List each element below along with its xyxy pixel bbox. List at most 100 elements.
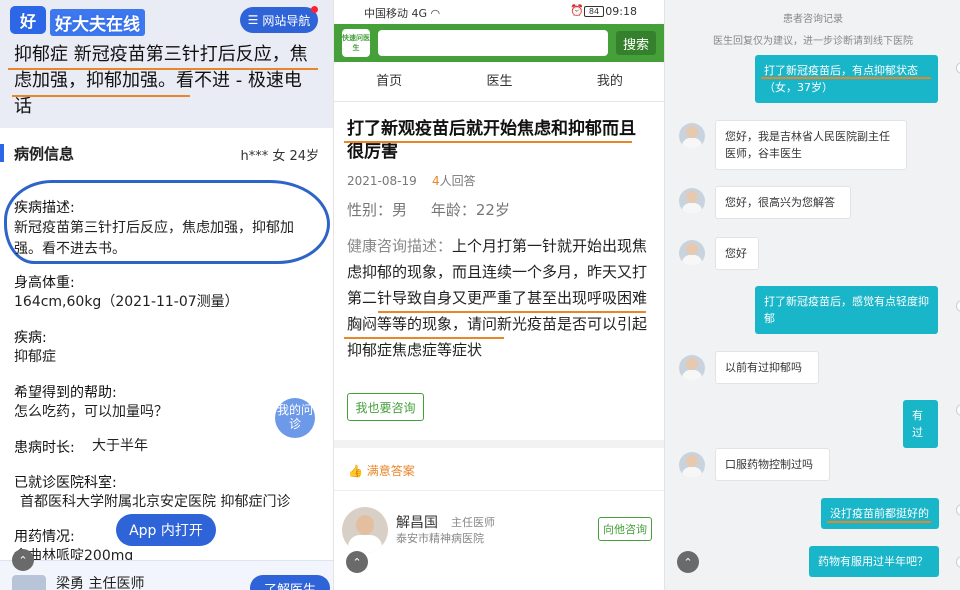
patient-info: h*** 女 24岁 xyxy=(240,149,319,164)
patient-gender: 性别：男 xyxy=(347,201,408,219)
chat-message-doctor: 您好 xyxy=(715,237,759,270)
hospital-label: 已就诊医院科室: xyxy=(14,475,117,491)
patient-meta: 性别：男 年龄：22岁 xyxy=(347,199,510,220)
highlight-underline xyxy=(8,68,318,70)
carrier: 中国移动 4G ◠ xyxy=(364,7,441,20)
desc-text: 上个月打第一针就开始出现焦虑抑郁的现象，而且连续一个多月，昨天又打第二针导致自身… xyxy=(347,237,648,359)
tab-mine[interactable]: 我的 xyxy=(555,62,664,101)
doctor-hospital: 泰安市精神病医院 xyxy=(396,532,484,545)
wifi-icon: ◠ xyxy=(430,7,441,20)
site-nav-button[interactable]: ☰ 网站导航 xyxy=(240,7,318,33)
notification-dot xyxy=(311,6,318,13)
disease-label: 疾病: xyxy=(14,330,47,346)
desc-label: 疾病描述: xyxy=(14,200,75,216)
thumb-icon: 👍 xyxy=(348,464,363,478)
height-label: 身高体重: xyxy=(14,275,75,291)
scroll-top-icon[interactable]: ⌃ xyxy=(12,549,34,571)
answer-count: 4 xyxy=(432,174,440,188)
doctor-avatar xyxy=(679,452,705,478)
chat-header: 患者咨询记录 xyxy=(783,14,843,25)
nav-tabs: 首页 医生 我的 xyxy=(334,62,664,102)
consult-doctor-button[interactable]: 向他咨询 xyxy=(598,517,652,541)
my-consult-button[interactable]: 我的问诊 xyxy=(275,398,315,438)
menu-icon: ☰ xyxy=(247,13,259,27)
side-indicator xyxy=(956,300,960,312)
doctor-avatar xyxy=(679,188,705,214)
question-meta: 2021-08-19 4人回答 xyxy=(347,172,476,189)
med-label: 用药情况: xyxy=(14,529,75,545)
kuaisu-panel: 中国移动 4G ◠ ⏰ 84 09:18 快速问医生 搜索 首页 医生 我的 打… xyxy=(333,0,664,590)
chat-message-doctor: 口服药物控制过吗 xyxy=(715,448,830,481)
highlight-underline xyxy=(344,141,632,143)
doctor-avatar xyxy=(679,123,705,149)
doctor-avatar xyxy=(342,507,388,553)
chat-message-patient: 药物有服用过半年吧？ xyxy=(809,546,939,577)
height-value: 164cm,60kg（2021-11-07测量） xyxy=(14,294,239,310)
app-logo[interactable]: 快速问医生 xyxy=(342,29,370,57)
highlight-underline xyxy=(761,77,931,79)
doctor-avatar xyxy=(12,575,46,590)
scroll-top-icon[interactable]: ⌃ xyxy=(346,551,368,573)
section-divider xyxy=(334,440,664,448)
battery-icon: 84 xyxy=(584,6,604,17)
ask-too-button[interactable]: 我也要咨询 xyxy=(347,393,424,421)
learn-doctor-button[interactable]: 了解医生 xyxy=(250,575,330,590)
question-date: 2021-08-19 xyxy=(347,174,417,188)
site-nav-label: 网站导航 xyxy=(262,13,311,28)
tab-home[interactable]: 首页 xyxy=(334,62,444,101)
highlight-underline xyxy=(378,311,646,313)
open-in-app-button[interactable]: App 内打开 xyxy=(116,514,216,546)
search-input[interactable] xyxy=(378,30,608,56)
patient-age: 年龄：22岁 xyxy=(430,201,510,219)
doctor-name: 梁勇 主任医师 xyxy=(56,576,145,590)
highlight-underline xyxy=(827,521,931,523)
chat-message-doctor: 您好，我是吉林省人民医院副主任医师，谷丰医生 xyxy=(715,120,907,170)
scroll-top-icon[interactable]: ⌃ xyxy=(677,551,699,573)
chat-message-patient: 打了新冠疫苗后，感觉有点轻度抑郁 xyxy=(755,286,938,334)
section-marker xyxy=(0,144,4,162)
chat-subheader: 医生回复仅为建议，进一步诊断请到线下医院 xyxy=(713,36,913,47)
highlight-underline xyxy=(344,337,504,339)
desc-value: 新冠疫苗第三针打后反应，焦虑加强，抑郁加强。看不进去书。 xyxy=(14,220,294,257)
alarm-icon: ⏰ xyxy=(570,4,584,17)
desc-label: 健康咨询描述： xyxy=(347,237,453,255)
side-indicator xyxy=(956,556,960,568)
haodf-logo-icon: 好 xyxy=(10,6,46,34)
answers-header: 👍 满意答案 xyxy=(348,464,415,478)
tab-doctor[interactable]: 医生 xyxy=(444,62,554,101)
chat-panel: 患者咨询记录 医生回复仅为建议，进一步诊断请到线下医院 打了新冠疫苗后，有点抑郁… xyxy=(664,0,960,590)
side-indicator xyxy=(956,404,960,416)
top-bar: 好 好大夫在线 ☰ 网站导航 xyxy=(0,0,333,40)
answer-count-suffix: 人回答 xyxy=(439,174,476,188)
search-button[interactable]: 搜索 xyxy=(616,31,656,55)
help-label: 希望得到的帮助: xyxy=(14,385,117,401)
case-info-header: 病例信息 h*** 女 24岁 xyxy=(0,140,333,168)
doctor-avatar xyxy=(679,240,705,266)
site-logo[interactable]: 好大夫在线 xyxy=(50,9,145,36)
page-title: 抑郁症 新冠疫苗第三针打后反应，焦虑加强，抑郁加强。看不进 - 极速电话 xyxy=(14,44,308,117)
case-info-title: 病例信息 xyxy=(14,145,75,163)
disease-value: 抑郁症 xyxy=(14,349,56,365)
status-bar: 中国移动 4G ◠ ⏰ 84 09:18 xyxy=(334,0,664,24)
chat-message-doctor: 您好，很高兴为您解答 xyxy=(715,186,851,219)
duration-label: 患病时长: xyxy=(14,440,75,456)
question-description: 健康咨询描述：上个月打第一针就开始出现焦虑抑郁的现象，而且连续一个多月，昨天又打… xyxy=(347,233,653,363)
haodf-panel: 好 好大夫在线 ☰ 网站导航 抑郁症 新冠疫苗第三针打后反应，焦虑加强，抑郁加强… xyxy=(0,0,333,590)
duration-value: 大于半年 xyxy=(92,438,148,454)
doctor-title: 主任医师 xyxy=(451,516,495,529)
highlight-underline xyxy=(12,95,190,97)
chat-message-patient: 没打疫苗前都挺好的 xyxy=(821,498,939,529)
doctor-avatar xyxy=(679,355,705,381)
doctor-bar: 梁勇 主任医师 了解医生 xyxy=(0,560,333,590)
divider xyxy=(334,490,664,491)
chat-message-patient: 打了新冠疫苗后，有点抑郁状态（女，37岁） xyxy=(755,55,938,103)
chat-message-doctor: 以前有过抑郁吗 xyxy=(715,351,819,384)
side-indicator xyxy=(956,504,960,516)
app-header: 快速问医生 搜索 xyxy=(334,24,664,62)
hospital-value: 首都医科大学附属北京安定医院 抑郁症门诊 xyxy=(20,494,291,510)
clock: 09:18 xyxy=(605,5,637,18)
help-value: 怎么吃药，可以加量吗？ xyxy=(14,404,168,420)
chat-message-patient: 有过 xyxy=(903,400,938,448)
doctor-name[interactable]: 解昌国 xyxy=(396,512,438,532)
side-indicator xyxy=(956,62,960,74)
